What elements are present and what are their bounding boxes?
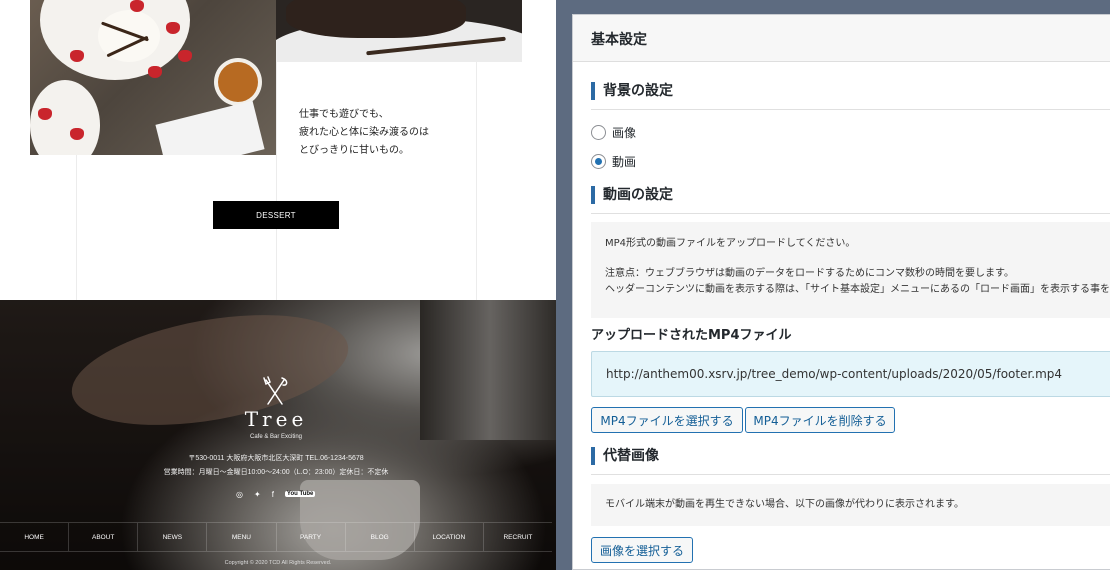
footer-nav-about[interactable]: ABOUT	[69, 523, 139, 551]
radio-image[interactable]: 画像	[591, 124, 636, 141]
video-notes: MP4形式の動画ファイルをアップロードしてください。 注意点：ウェブブラウザは動…	[591, 222, 1110, 318]
select-image-button[interactable]: 画像を選択する	[591, 537, 693, 563]
radio-label: 動画	[612, 155, 637, 169]
site-preview: 仕事でも遊びでも、 疲れた心と体に染み渡るのは とびっきりに甘いもの。 DESS…	[0, 0, 556, 570]
uploaded-file-label: アップロードされたMP4ファイル	[591, 328, 792, 343]
uploaded-url-field[interactable]: http://anthem00.xsrv.jp/tree_demo/wp-con…	[591, 351, 1110, 397]
tagline-line: 仕事でも遊びでも、	[299, 109, 389, 120]
footer-address: 〒530-0011 大阪府大阪市北区大深町 TEL.06-1234-5678	[188, 455, 364, 462]
strawberry	[70, 128, 84, 140]
note-line: MP4形式の動画ファイルをアップロードしてください。	[605, 238, 856, 249]
coffee-cup	[218, 62, 258, 102]
radio-video[interactable]: 動画	[591, 153, 636, 170]
delete-mp4-button[interactable]: MP4ファイルを削除する	[745, 407, 895, 433]
radio-label: 画像	[612, 126, 637, 140]
divider	[591, 213, 1110, 214]
tagline-line: 疲れた心と体に染み渡るのは	[299, 127, 429, 138]
divider	[591, 109, 1110, 110]
social-links: ◎ ✦ f You Tube	[236, 489, 316, 499]
radio-button[interactable]	[591, 154, 606, 169]
cake-photo	[276, 0, 522, 62]
footer-hours: 営業時間：月曜日〜金曜日10:00〜24:00（L.O：23:00）定休日：不定…	[163, 469, 389, 476]
video-section-title: 動画の設定	[591, 186, 673, 204]
facebook-icon[interactable]: f	[272, 490, 274, 499]
fallback-section-title: 代替画像	[591, 447, 659, 465]
strawberry	[148, 66, 162, 78]
strawberry	[166, 22, 180, 34]
copyright: Copyright © 2020 TCD All Rights Reserved…	[224, 560, 332, 566]
strawberry	[70, 50, 84, 62]
tagline: 仕事でも遊びでも、 疲れた心と体に染み渡るのは とびっきりに甘いもの。	[299, 106, 429, 160]
dessert-button[interactable]: DESSERT	[213, 201, 339, 229]
strawberry	[38, 108, 52, 120]
panel-title: 基本設定	[591, 32, 647, 48]
instagram-icon[interactable]: ◎	[236, 490, 243, 499]
fork-knife-icon	[263, 376, 288, 405]
youtube-icon[interactable]: You Tube	[284, 491, 316, 497]
strawberry	[178, 50, 192, 62]
footer-nav-home[interactable]: HOME	[0, 523, 70, 551]
note-line: ヘッダーコンテンツに動画を表示する際は、「サイト基本設定」メニューにあるの「ロー…	[605, 284, 1110, 295]
footer-nav-party[interactable]: PARTY	[277, 523, 346, 551]
strawberry	[130, 0, 144, 12]
footer-nav-recruit[interactable]: RECRUIT	[484, 523, 552, 551]
footer-nav-location[interactable]: LOCATION	[415, 523, 484, 551]
divider	[591, 474, 1110, 475]
radio-button[interactable]	[591, 125, 606, 140]
background-section-title: 背景の設定	[591, 82, 673, 100]
chocolate-cake	[286, 0, 466, 38]
panel-header: 基本設定	[573, 15, 1110, 62]
footer-nav-blog[interactable]: BLOG	[346, 523, 415, 551]
fallback-note: モバイル端末が動画を再生できない場合、以下の画像が代わりに表示されます。	[591, 484, 1110, 526]
dessert-photo	[30, 0, 276, 155]
logo-subtitle: Cafe & Bar Exciting	[249, 434, 303, 440]
footer-nav: HOME ABOUT NEWS MENU PARTY BLOG LOCATION…	[0, 522, 552, 552]
twitter-icon[interactable]: ✦	[254, 490, 261, 499]
napkin	[155, 100, 265, 155]
select-mp4-button[interactable]: MP4ファイルを選択する	[591, 407, 743, 433]
radio-selected-dot	[595, 158, 602, 165]
site-logo[interactable]: Tree	[226, 408, 326, 430]
tagline-line: とびっきりに甘いもの。	[299, 145, 409, 156]
footer-nav-menu[interactable]: MENU	[207, 523, 277, 551]
note-line: 注意点：ウェブブラウザは動画のデータをロードするためにコンマ数秒の時間を要します…	[605, 268, 1014, 279]
footer-nav-news[interactable]: NEWS	[138, 523, 208, 551]
settings-panel: 基本設定 背景の設定 画像 動画 動画の設定 MP4形式の動画ファイルをアップロ…	[572, 14, 1110, 570]
